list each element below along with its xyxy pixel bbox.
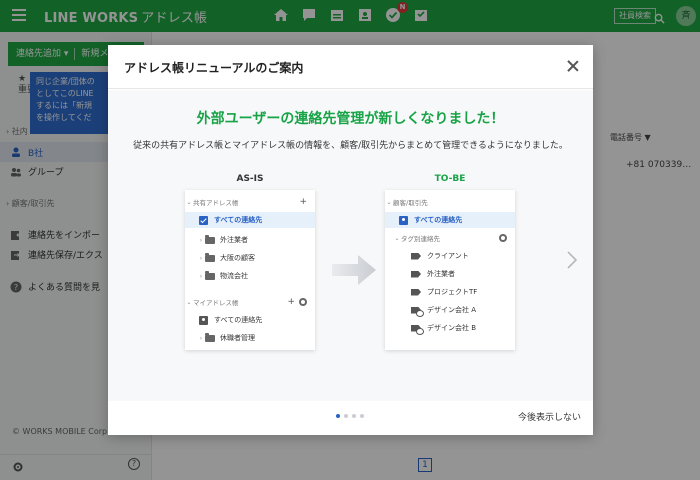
asis-panel: ⌄ 共有アドレス帳 + すべての連絡先 › 外注業者 › 大阪の顧客 › 物流会社 ⌄ マイ… xyxy=(185,190,315,350)
checkbox-icon xyxy=(199,215,208,225)
modal-body: 外部ユーザーの連絡先管理が新しくなりました！ 従来の共有アドレス帳とマイアドレス… xyxy=(108,90,593,401)
tree-item-label: 休職者管理 xyxy=(220,334,255,342)
tag-icon xyxy=(411,270,421,278)
contact-card-icon xyxy=(399,215,408,225)
dont-show-again-link[interactable]: 今後表示しない xyxy=(518,410,581,423)
tree-item: › 物流会社 xyxy=(185,268,315,284)
chevron-down-icon: ⌄ xyxy=(186,298,192,306)
shared-tag-icon xyxy=(411,307,424,317)
close-icon[interactable] xyxy=(566,59,580,73)
page-dot[interactable] xyxy=(344,414,348,418)
folder-icon xyxy=(205,270,215,280)
tree-section: ⌄ タグ別連絡先 xyxy=(385,230,515,246)
tree-item-label: デザイン会社 B xyxy=(427,324,477,332)
tree-item: › 外注業者 xyxy=(185,232,315,248)
gear-icon xyxy=(299,298,307,306)
headline: 外部ユーザーの連絡先管理が新しくなりました！ xyxy=(196,111,505,127)
modal-header: アドレス帳リニューアルのご案内 xyxy=(108,45,593,89)
tree-section: ⌄ 顧客/取引先 xyxy=(385,194,515,210)
tree-item: 外注業者 xyxy=(385,266,515,282)
shared-tag-icon xyxy=(411,325,424,335)
chevron-down-icon: ⌄ xyxy=(394,234,400,242)
page-indicator xyxy=(336,414,364,418)
transition-arrow-icon xyxy=(332,255,376,285)
tree-item-label: すべての連絡先 xyxy=(214,316,263,324)
tree-item: デザイン会社 B xyxy=(385,320,515,336)
tobe-panel: ⌄ 顧客/取引先 すべての連絡先 ⌄ タグ別連絡先 クライアント 外注業者 プロジェ… xyxy=(385,190,515,350)
chevron-right-icon: › xyxy=(199,334,203,342)
chevron-down-icon: ⌄ xyxy=(386,198,392,206)
tree-item: › 休職者管理 xyxy=(185,330,315,346)
tag-icon xyxy=(411,252,421,260)
next-slide-chevron-icon[interactable] xyxy=(566,250,578,270)
gear-icon xyxy=(499,234,507,242)
chevron-right-icon: › xyxy=(199,272,203,280)
page-dot[interactable] xyxy=(352,414,356,418)
tree-item-label: 外注業者 xyxy=(427,270,455,278)
tree-item-label: 物流会社 xyxy=(220,272,248,280)
tree-item-label: クライアント xyxy=(427,252,469,260)
tobe-label: TO-BE xyxy=(434,174,466,184)
section-label: 顧客/取引先 xyxy=(393,199,428,207)
folder-icon xyxy=(205,252,215,262)
tree-item: › 大阪の顧客 xyxy=(185,250,315,266)
chevron-down-icon: ⌄ xyxy=(186,198,192,206)
tag-icon xyxy=(411,288,421,296)
chevron-right-icon: › xyxy=(199,254,203,262)
folder-icon xyxy=(205,234,215,244)
tree-item: プロジェクトTF xyxy=(385,284,515,300)
chevron-right-icon: › xyxy=(199,236,203,244)
section-label: タグ別連絡先 xyxy=(401,235,440,243)
tree-item-label: デザイン会社 A xyxy=(427,306,477,314)
tree-item: デザイン会社 A xyxy=(385,302,515,318)
tree-section: ⌄ マイアドレス帳 + xyxy=(185,294,315,310)
tree-section: ⌄ 共有アドレス帳 + xyxy=(185,194,315,210)
tree-item-label: すべての連絡先 xyxy=(214,216,263,224)
page-dot[interactable] xyxy=(360,414,364,418)
contact-card-icon xyxy=(199,315,208,325)
tree-item-label: 外注業者 xyxy=(220,236,248,244)
asis-label: AS-IS xyxy=(236,174,264,184)
plus-icon: + xyxy=(299,197,307,207)
tree-item-selected: すべての連絡先 xyxy=(185,212,315,228)
folder-icon xyxy=(205,332,215,342)
tree-item-label: すべての連絡先 xyxy=(414,216,463,224)
page-dot[interactable] xyxy=(336,414,340,418)
section-label: マイアドレス帳 xyxy=(193,299,239,307)
tree-item-label: プロジェクトTF xyxy=(427,288,478,296)
modal-title: アドレス帳リニューアルのご案内 xyxy=(124,61,304,75)
tree-item: すべての連絡先 xyxy=(185,312,315,328)
subtext: 従来の共有アドレス帳とマイアドレス帳の情報を、顧客/取引先からまとめて管理できる… xyxy=(133,141,568,151)
tree-item-label: 大阪の顧客 xyxy=(220,254,255,262)
tree-item: クライアント xyxy=(385,248,515,264)
announcement-modal: アドレス帳リニューアルのご案内 外部ユーザーの連絡先管理が新しくなりました！ 従… xyxy=(108,45,593,435)
section-label: 共有アドレス帳 xyxy=(193,199,239,207)
tree-item-selected: すべての連絡先 xyxy=(385,212,515,228)
modal-footer: 今後表示しない xyxy=(108,401,593,435)
plus-icon: + xyxy=(287,297,295,307)
